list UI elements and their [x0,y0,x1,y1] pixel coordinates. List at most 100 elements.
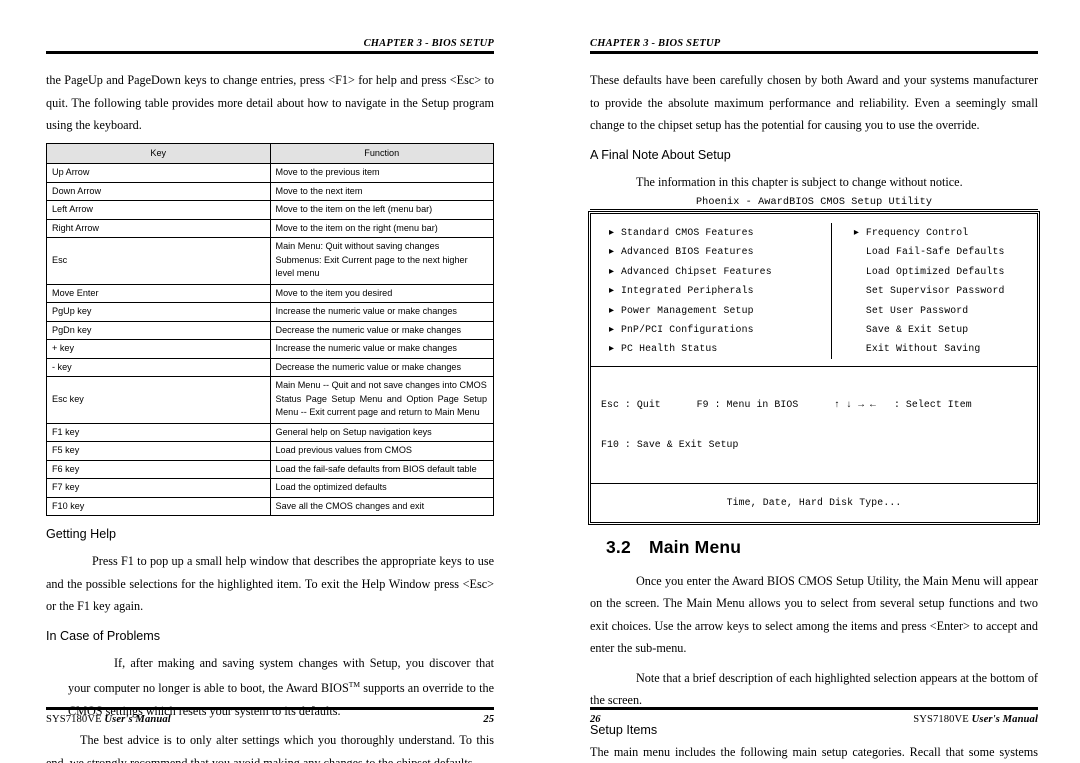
table-row: Down Arrow Move to the next item [46,181,494,201]
cell-function: Move to the previous item [269,163,494,183]
cell-key: F7 key [46,478,271,498]
key-function-table: Key Function Up Arrow Move to the previo… [46,142,494,517]
table-row: Left Arrow Move to the item on the left … [46,200,494,220]
problems-paragraph-2: The best advice is to only alter setting… [46,733,494,763]
table-row: F6 key Load the fail-safe defaults from … [46,459,494,479]
header-rule-left [46,51,494,54]
bios-menu-item-standard-cmos-features[interactable]: ▸ Standard CMOS Features [609,223,831,242]
final-note-paragraph: The information in this chapter is subje… [636,174,963,189]
bios-menu-item-power-management-setup[interactable]: ▸ Power Management Setup [609,301,831,320]
bios-menu-item-label: Exit Without Saving [865,343,981,355]
bios-menu-item-label: Save & Exit Setup [865,324,969,336]
cell-function: Decrease the numeric value or make chang… [269,357,494,377]
bios-menu-item-pc-health-status[interactable]: ▸ PC Health Status [609,339,831,358]
bios-menu-item-label: Integrated Peripherals [621,285,754,297]
bios-key-legend-line-1: Esc : Quit F9 : Menu in BIOS ↑ ↓ → ← : S… [601,398,972,410]
submenu-arrow-icon: ▸ [609,265,615,277]
bios-menu-item-label: Set User Password [865,304,969,316]
getting-help-paragraph: Press F1 to pop up a small help window t… [46,554,494,613]
bios-menu-left-column: ▸ Standard CMOS Features ▸ Advanced BIOS F… [591,223,832,359]
cell-key: Left Arrow [46,200,271,220]
bios-menu-item-advanced-chipset-features[interactable]: ▸ Advanced Chipset Features [609,262,831,281]
table-row: - key Decrease the numeric value or make… [46,357,494,377]
cell-function: Load the optimized defaults [269,478,494,498]
bios-menu-item-advanced-bios-features[interactable]: ▸ Advanced BIOS Features [609,242,831,261]
footer-rule-left [46,707,494,710]
cell-function: Load previous values from CMOS [269,441,494,461]
footer-row-left: SYS7180VE User's Manual 25 [46,714,494,725]
cell-function-line: Main Menu -- Quit and not save changes i… [275,380,487,390]
table-header-key: Key [46,142,271,164]
footer-rule-right [590,707,1038,710]
bios-menu-item-save-and-exit-setup[interactable]: Save & Exit Setup [854,320,1037,339]
submenu-arrow-icon: ▸ [853,227,859,238]
table-row: F10 key Save all the CMOS changes and ex… [46,496,494,516]
cell-function: Decrease the numeric value or make chang… [269,320,494,340]
cell-key: F6 key [46,459,271,479]
cell-function-line: Submenus: Exit Current page to the next … [275,254,468,279]
page-number-right: 26 [590,714,601,725]
table-row: Up Arrow Move to the previous item [46,163,494,183]
manual-name-plain: SYS7180VE [913,714,972,725]
cell-function: Save all the CMOS changes and exit [269,496,494,516]
cell-function: Load the fail-safe defaults from BIOS de… [269,459,494,479]
cell-key: F10 key [46,496,271,516]
bios-menu-item-integrated-peripherals[interactable]: ▸ Integrated Peripherals [609,281,831,300]
table-row: Esc key Main Menu -- Quit and not save c… [46,376,494,424]
table-row: + key Increase the numeric value or make… [46,339,494,359]
trademark-mark: TM [348,680,361,689]
main-menu-paragraph-1: Once you enter the Award BIOS CMOS Setup… [590,573,1038,656]
footer-row-right: 26 SYS7180VE User's Manual [590,714,1038,725]
bios-menu-right-column: ▸ Frequency Control Load Fail-Safe Defaul… [832,223,1037,359]
cell-key: Up Arrow [46,163,271,183]
bios-menu-item-set-user-password[interactable]: Set User Password [854,301,1037,320]
page-right: CHAPTER 3 - BIOS SETUP These defaults ha… [540,0,1080,763]
in-case-of-problems-heading: In Case of Problems [46,628,161,643]
header-rule-right [590,51,1038,54]
table-row: PgDn key Decrease the numeric value or m… [46,320,494,340]
bios-screen-box: ▸ Standard CMOS Features ▸ Advanced BIOS F… [587,210,1041,526]
running-head-right: CHAPTER 3 - BIOS SETUP [590,38,721,49]
bios-menu-item-label: Advanced BIOS Features [621,246,754,258]
cell-key: Move Enter [46,283,271,303]
page-footer-left: SYS7180VE User's Manual 25 [0,707,540,725]
bios-menu-item-label: PnP/PCI Configurations [621,324,754,336]
bios-menu-item-load-optimized-defaults[interactable]: Load Optimized Defaults [854,262,1037,281]
cell-function: Move to the item you desired [269,283,494,303]
setup-items-paragraph: The main menu includes the following mai… [590,744,1038,759]
bios-menu-item-exit-without-saving[interactable]: Exit Without Saving [854,339,1037,358]
cell-key: F1 key [46,422,271,442]
bios-menu-item-pnp-pci-configurations[interactable]: ▸ PnP/PCI Configurations [609,320,831,339]
submenu-arrow-icon: ▸ [609,343,615,355]
bios-key-legend-line-2: F10 : Save & Exit Setup [601,439,739,451]
page-footer-right: 26 SYS7180VE User's Manual [540,707,1080,725]
bios-title-bar: Phoenix - AwardBIOS CMOS Setup Utility [590,197,1038,210]
bios-menu-item-load-fail-safe-defaults[interactable]: Load Fail-Safe Defaults [854,242,1037,261]
table-row: F5 key Load previous values from CMOS [46,441,494,461]
main-menu-paragraph-2: Note that a brief description of each hi… [590,670,1038,708]
page-left: CHAPTER 3 - BIOS SETUP the PageUp and Pa… [0,0,540,763]
submenu-arrow-icon: ▸ [609,227,615,238]
getting-help-heading: Getting Help [46,527,117,541]
cell-function-line: Status Page Setup Menu and Option Page S… [275,393,488,418]
bios-menu-item-label: Load Optimized Defaults [865,265,1005,277]
section-title: Main Menu [648,536,742,557]
table-row: F7 key Load the optimized defaults [46,478,494,498]
document-spread: CHAPTER 3 - BIOS SETUP the PageUp and Pa… [0,0,1080,763]
bios-menu-item-label: Load Fail-Safe Defaults [865,246,1005,258]
page-number-left: 25 [483,714,494,725]
cell-key: Down Arrow [46,181,271,201]
bios-menu-item-set-supervisor-password[interactable]: Set Supervisor Password [854,281,1037,300]
bios-menu-item-label: PC Health Status [621,343,718,355]
manual-name-plain: SYS7180VE [46,714,105,725]
bios-menu-item-frequency-control[interactable]: ▸ Frequency Control [854,223,1037,242]
intro-paragraph: the PageUp and PageDown keys to change e… [46,73,494,132]
bios-menu-columns: ▸ Standard CMOS Features ▸ Advanced BIOS F… [591,214,1037,366]
cell-function: Increase the numeric value or make chang… [269,339,494,359]
final-note-heading: A Final Note About Setup [590,147,731,162]
bios-menu-item-label: Set Supervisor Password [865,285,1005,297]
cell-key: Esc key [46,376,271,424]
table-row: Right Arrow Move to the item on the righ… [46,218,494,238]
cell-key: PgUp key [46,302,271,322]
bios-key-legend-bar: Esc : Quit F9 : Menu in BIOS ↑ ↓ → ← : S… [591,365,1037,483]
